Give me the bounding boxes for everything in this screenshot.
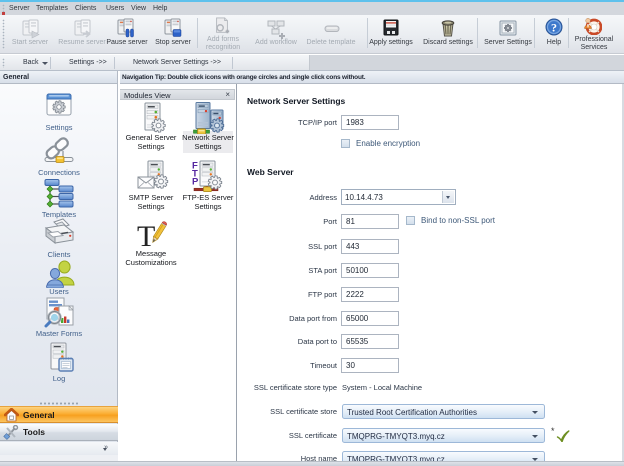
svg-text:T: T — [137, 220, 155, 250]
svg-text:P: P — [192, 177, 199, 188]
svg-text:?: ? — [551, 21, 557, 35]
